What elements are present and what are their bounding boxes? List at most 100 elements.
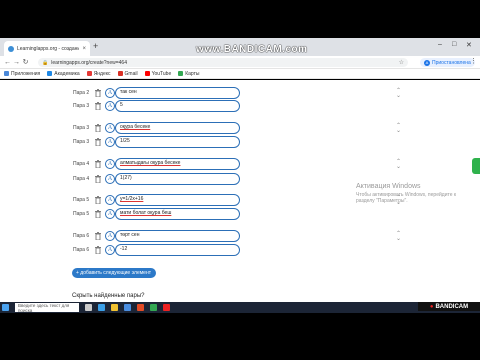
text-format-icon[interactable]: A — [105, 101, 115, 111]
text-format-icon[interactable]: A — [105, 174, 115, 184]
bandicam-label: BANDICAM — [435, 303, 469, 310]
trash-icon[interactable] — [95, 196, 101, 204]
pair-label: Пара 3 — [73, 139, 90, 145]
text-format-icon[interactable]: A — [105, 195, 115, 205]
pair-input[interactable]: 1(27) — [115, 173, 240, 185]
url-input[interactable]: 🔒 learningapps.org/create?new=464 ☆ — [38, 58, 408, 67]
pair-input[interactable]: алматыдағы оқура бесеке — [115, 158, 240, 170]
address-bar: ← → ↻ 🔒 learningapps.org/create?new=464 … — [0, 56, 480, 69]
trash-icon[interactable] — [95, 89, 101, 97]
pair-input[interactable]: так сен — [115, 87, 240, 99]
browser-tab[interactable]: Learninglapps.org - создание м... × — [4, 41, 90, 56]
trash-icon[interactable] — [95, 210, 101, 218]
bookmark-label: Gmail — [124, 70, 138, 77]
bookmark-item[interactable]: Приложения — [4, 71, 40, 77]
bookmark-item[interactable]: YouTube — [144, 71, 171, 77]
pair-input[interactable]: у=1/2х+16 — [115, 194, 240, 206]
pair-row: Пара 3 A 1/25 — [0, 136, 480, 149]
record-icon: ● — [429, 303, 434, 310]
close-window-button[interactable]: ✕ — [466, 41, 472, 49]
reorder-chevron-icon[interactable]: ⌃ ⌄ — [396, 159, 401, 170]
text-format-icon[interactable]: A — [105, 88, 115, 98]
bookmark-icon — [178, 71, 184, 76]
trash-icon[interactable] — [95, 232, 101, 240]
pair-row: Пара 6 Aтөрт сен — [0, 230, 480, 243]
bookmark-item[interactable]: Gmail — [117, 70, 138, 77]
tab-title: Learninglapps.org - создание м... — [17, 45, 80, 52]
bookmark-label: Приложения — [11, 70, 41, 77]
pair-input[interactable]: -12 — [115, 244, 240, 256]
text-format-icon[interactable]: A — [105, 123, 115, 133]
bookmark-icon — [47, 71, 53, 76]
forward-icon[interactable]: → — [12, 59, 21, 66]
bookmark-icon — [144, 71, 150, 76]
bookmark-icon — [117, 71, 123, 76]
pair-label: Пара 3 — [73, 125, 90, 131]
profile-button[interactable]: A Приостановлена — [420, 58, 475, 67]
bookmark-icon — [4, 71, 9, 76]
trash-icon[interactable] — [95, 124, 101, 132]
trash-icon[interactable] — [95, 175, 101, 183]
text-format-icon[interactable]: A — [105, 209, 115, 219]
reorder-chevron-icon[interactable]: ⌃ ⌄ — [396, 231, 401, 242]
bookmark-label: Яндекс — [93, 70, 111, 77]
pair-value: алматыдағы оқура бесеке — [120, 160, 181, 166]
maximize-button[interactable]: □ — [452, 41, 456, 48]
add-next-element-button[interactable]: + добавить следующие элемент — [72, 268, 156, 278]
add-button-label: + добавить следующие элемент — [76, 270, 152, 276]
pair-value: мати болат оқура беш — [120, 210, 172, 216]
pair-label: Пара 4 — [73, 161, 90, 167]
pair-input[interactable]: 5 — [115, 100, 240, 112]
browser-menu-icon[interactable]: ⋮ — [470, 57, 477, 65]
new-tab-button[interactable]: + — [93, 42, 98, 51]
pair-value: у=1/2х+16 — [120, 196, 144, 202]
pair-input[interactable]: төрт сен — [115, 230, 240, 242]
windows-activation-notice: Активация Windows Чтобы активировать Win… — [356, 183, 474, 204]
pair-value: -12 — [120, 246, 128, 252]
reload-icon[interactable]: ↻ — [21, 58, 30, 66]
text-format-icon[interactable]: A — [105, 137, 115, 147]
trash-icon[interactable] — [95, 138, 101, 146]
pair-input[interactable]: мати болат оқура беш — [115, 208, 240, 220]
text-format-icon[interactable]: A — [105, 159, 115, 169]
pair-label: Пара 3 — [73, 103, 90, 109]
pair-value: так сен — [120, 89, 137, 95]
activation-text: Чтобы активировать Windows, перейдите к … — [356, 192, 457, 204]
bookmark-star-icon[interactable]: ☆ — [399, 59, 404, 66]
minimize-button[interactable]: – — [438, 41, 442, 48]
edge-icon[interactable] — [98, 304, 105, 311]
pair-label: Пара 4 — [73, 176, 90, 182]
feedback-tab[interactable] — [472, 158, 480, 174]
reorder-chevron-icon[interactable]: ⌃ ⌄ — [396, 123, 401, 134]
close-tab-icon[interactable]: × — [82, 46, 86, 52]
bandicam-watermark: www.BANDICAM.com — [196, 44, 308, 55]
trash-icon[interactable] — [95, 102, 101, 110]
text-format-icon[interactable]: A — [105, 231, 115, 241]
bookmark-label: Карты — [185, 70, 200, 77]
store-icon[interactable] — [124, 304, 131, 311]
favicon-icon — [8, 45, 14, 52]
taskbar-search-input[interactable]: Введите здесь текст для поиска — [15, 303, 79, 313]
bookmark-item[interactable]: Карты — [178, 71, 199, 77]
trash-icon[interactable] — [95, 246, 101, 254]
trash-icon[interactable] — [95, 160, 101, 168]
text-format-icon[interactable]: A — [105, 245, 115, 255]
bookmark-item[interactable]: Яндекс — [86, 70, 111, 77]
windows-start-icon[interactable] — [2, 304, 9, 311]
taskbar: Введите здесь текст для поиска 14:52 11.… — [0, 302, 480, 313]
task-view-icon[interactable] — [85, 304, 92, 311]
back-icon[interactable]: ← — [3, 59, 12, 66]
pair-input[interactable]: 1/25 — [115, 136, 240, 148]
bandicam-icon[interactable] — [163, 304, 170, 311]
chrome-icon[interactable] — [150, 304, 157, 311]
pair-input[interactable]: оқура бесеке — [115, 122, 240, 134]
pair-label: Пара 5 — [73, 211, 90, 217]
reorder-chevron-icon[interactable]: ⌃ ⌄ — [396, 88, 401, 99]
bookmark-item[interactable]: Академика — [47, 71, 80, 77]
pair-label: Пара 2 — [73, 90, 90, 96]
app-icon[interactable] — [137, 304, 144, 311]
explorer-icon[interactable] — [111, 304, 118, 311]
bookmark-icon — [86, 71, 92, 76]
pair-row: Пара 3 Aоқура бесеке — [0, 122, 480, 135]
pair-value: 5 — [120, 102, 123, 108]
